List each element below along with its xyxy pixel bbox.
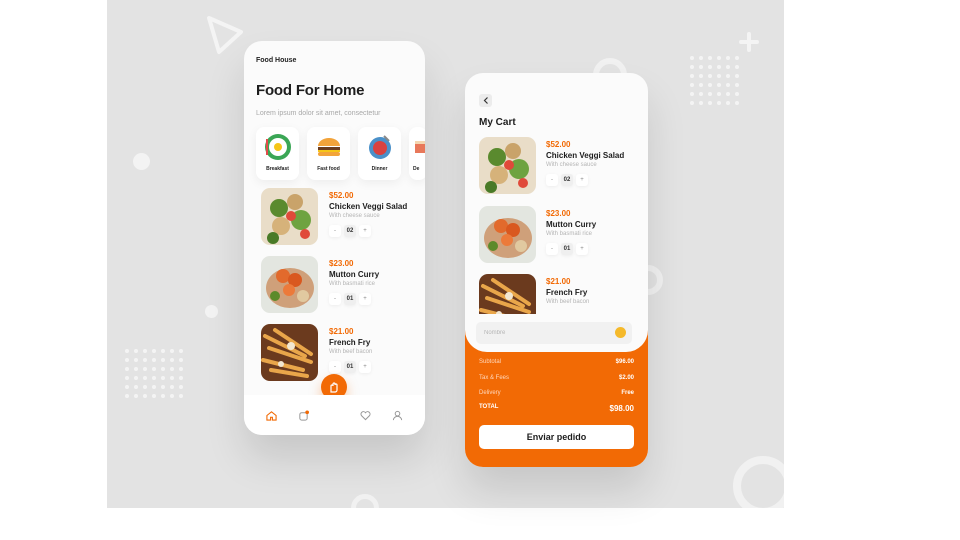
summary-row-tax: Tax & Fees $2.00: [479, 375, 634, 381]
item-price: $23.00: [546, 209, 571, 218]
summary-label: Delivery: [479, 390, 501, 396]
quantity-stepper: - 01 +: [546, 243, 588, 255]
item-price: $21.00: [329, 327, 354, 336]
list-item[interactable]: $52.00 Chicken Veggi Salad With cheese s…: [261, 188, 421, 248]
triangle-decoration: [207, 16, 243, 54]
summary-label: Tax & Fees: [479, 375, 510, 381]
decrease-button[interactable]: -: [329, 225, 341, 237]
category-dinner[interactable]: Dinner: [358, 127, 401, 180]
category-label: De: [413, 166, 420, 172]
item-name: French Fry: [546, 288, 588, 297]
curry-thumbnail: [479, 206, 536, 263]
increase-button[interactable]: +: [359, 225, 371, 237]
item-name: Mutton Curry: [329, 270, 380, 279]
quantity-value: 01: [344, 361, 356, 373]
item-description: With beef bacon: [329, 349, 373, 355]
item-description: With basmati rice: [329, 281, 376, 287]
quantity-value: 02: [344, 225, 356, 237]
item-price: $52.00: [329, 191, 354, 200]
list-item[interactable]: $23.00 Mutton Curry With basmati rice - …: [261, 256, 421, 316]
increase-button[interactable]: +: [359, 361, 371, 373]
dinner-plate-icon: [366, 133, 394, 161]
item-price: $23.00: [329, 259, 354, 268]
decrease-button[interactable]: -: [329, 361, 341, 373]
dot-decoration: [133, 153, 150, 170]
home-icon[interactable]: [266, 410, 277, 421]
home-screen: Food House Food For Home Lorem ipsum dol…: [244, 41, 425, 435]
item-description: With beef bacon: [546, 299, 590, 305]
fries-thumbnail: [261, 324, 318, 381]
item-name: French Fry: [329, 338, 371, 347]
cart-title: My Cart: [479, 117, 516, 128]
increase-button[interactable]: +: [576, 243, 588, 255]
increase-button[interactable]: +: [576, 174, 588, 186]
quantity-stepper: - 01 +: [329, 361, 371, 373]
cart-item[interactable]: $23.00 Mutton Curry With basmati rice - …: [479, 206, 639, 266]
orders-icon[interactable]: [298, 409, 309, 421]
decrease-button[interactable]: -: [546, 174, 558, 186]
page-subtitle: Lorem ipsum dolor sit amet, consectetur: [256, 110, 381, 117]
salad-thumbnail: [261, 188, 318, 245]
summary-value: Free: [621, 390, 634, 396]
salad-thumbnail: [479, 137, 536, 194]
chevron-left-icon: [483, 97, 488, 104]
dot-grid-decoration: [125, 349, 183, 398]
cart-screen: My Cart $52.00 Chicken Veggi Salad With …: [465, 73, 648, 467]
plus-decoration: [739, 32, 759, 52]
summary-label: TOTAL: [479, 404, 499, 410]
breakfast-plate-icon: [264, 133, 292, 161]
item-description: With cheese sauce: [546, 162, 597, 168]
item-description: With basmati rice: [546, 231, 593, 237]
dessert-icon: [413, 133, 425, 161]
item-name: Chicken Veggi Salad: [546, 151, 625, 160]
background-canvas: [107, 0, 784, 508]
category-label: Dinner: [371, 166, 388, 172]
quantity-value: 01: [344, 293, 356, 305]
list-item[interactable]: $21.00 French Fry With beef bacon - 01 +: [261, 324, 421, 384]
favorites-icon[interactable]: [360, 410, 371, 421]
profile-icon[interactable]: [392, 410, 403, 421]
submit-order-button[interactable]: Enviar pedido: [479, 425, 634, 449]
ring-decoration: [351, 494, 379, 508]
item-description: With cheese sauce: [329, 213, 380, 219]
quantity-value: 02: [561, 174, 573, 186]
brand-name: Food House: [256, 57, 297, 64]
decrease-button[interactable]: -: [329, 293, 341, 305]
ring-decoration: [733, 456, 784, 508]
summary-row-subtotal: Subtotal $96.00: [479, 359, 634, 365]
emoji-icon[interactable]: [615, 327, 626, 338]
quantity-stepper: - 01 +: [329, 293, 371, 305]
dot-decoration: [205, 305, 218, 318]
curry-thumbnail: [261, 256, 318, 313]
page-title: Food For Home: [256, 82, 365, 99]
decrease-button[interactable]: -: [546, 243, 558, 255]
quantity-stepper: - 02 +: [329, 225, 371, 237]
quantity-stepper: - 02 +: [546, 174, 588, 186]
item-name: Mutton Curry: [546, 220, 597, 229]
summary-label: Subtotal: [479, 359, 502, 365]
summary-row-total: TOTAL $98.00: [479, 404, 634, 413]
cart-item[interactable]: $52.00 Chicken Veggi Salad With cheese s…: [479, 137, 639, 197]
bottom-nav: [244, 395, 425, 435]
back-button[interactable]: [479, 94, 492, 107]
quantity-value: 01: [561, 243, 573, 255]
summary-value: $98.00: [609, 404, 634, 413]
hand-icon: [330, 382, 338, 393]
summary-value: $96.00: [615, 359, 634, 365]
summary-row-delivery: Delivery Free: [479, 390, 634, 396]
category-label: Fast food: [317, 166, 340, 172]
summary-value: $2.00: [618, 375, 634, 381]
increase-button[interactable]: +: [359, 293, 371, 305]
category-dessert[interactable]: De: [409, 127, 425, 180]
burger-icon: [315, 133, 343, 161]
item-price: $21.00: [546, 277, 571, 286]
name-input[interactable]: [476, 322, 632, 344]
item-price: $52.00: [546, 140, 571, 149]
category-breakfast[interactable]: Breakfast: [256, 127, 299, 180]
item-name: Chicken Veggi Salad: [329, 202, 408, 211]
category-label: Breakfast: [266, 166, 289, 172]
dot-grid-decoration: [690, 56, 739, 105]
category-fast-food[interactable]: Fast food: [307, 127, 350, 180]
category-list: Breakfast Fast food Dinner De: [256, 127, 425, 180]
